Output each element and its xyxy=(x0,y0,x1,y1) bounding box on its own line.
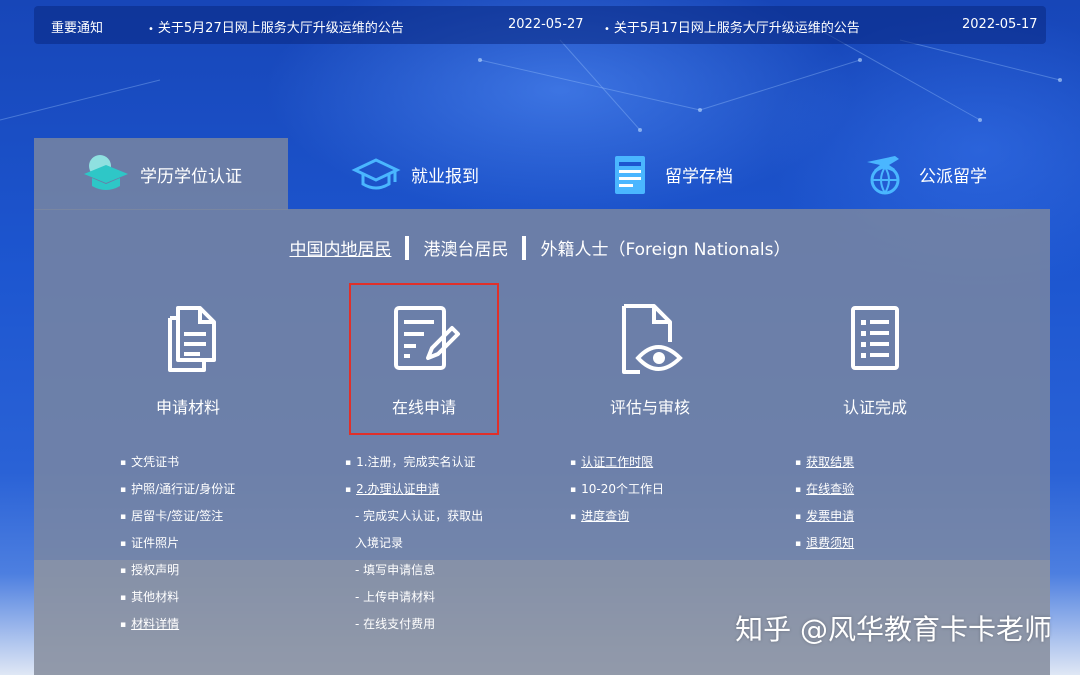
tab-label: 留学存档 xyxy=(665,166,733,187)
list-item: 10-20个工作日 xyxy=(570,479,664,506)
apply-steps-list: 1.注册，完成实名认证 2.办理认证申请 - 完成实人认证，获取出 入境记录 -… xyxy=(345,452,483,641)
step-verification-complete[interactable]: 认证完成 xyxy=(800,300,950,418)
work-time-limit-link[interactable]: 认证工作时限 xyxy=(570,452,664,479)
materials-list: 文凭证书 护照/通行证/身份证 居留卡/签证/签注 证件照片 授权声明 其他材料… xyxy=(120,452,235,641)
list-item: 居留卡/签证/签注 xyxy=(120,506,235,533)
notice-bar: 重要通知 关于5月27日网上服务大厅升级运维的公告 2022-05-27 关于5… xyxy=(34,6,1046,44)
notice-date-1: 2022-05-27 xyxy=(508,17,584,32)
list-item: 入境记录 xyxy=(355,536,404,550)
list-item: 证件照片 xyxy=(120,533,235,560)
list-item: 护照/通行证/身份证 xyxy=(120,479,235,506)
graduation-cap-icon xyxy=(84,155,128,190)
list-item: 其他材料 xyxy=(120,587,235,614)
step-evaluation-review[interactable]: 评估与审核 xyxy=(575,300,725,418)
apply-verification-link[interactable]: 2.办理认证申请 xyxy=(345,479,483,506)
graduation-cap-outline-icon xyxy=(351,158,401,190)
resident-foreign-link[interactable]: 外籍人士（Foreign Nationals） xyxy=(526,235,804,260)
form-edit-icon xyxy=(394,306,460,370)
refund-notice-link[interactable]: 退费须知 xyxy=(795,533,854,560)
tab-study-abroad-archive[interactable]: 留学存档 xyxy=(542,138,796,210)
tab-label: 学历学位认证 xyxy=(140,166,242,187)
completion-list: 获取结果 在线查验 发票申请 退费须知 xyxy=(795,452,854,560)
list-item: 1.注册，完成实名认证 xyxy=(345,452,483,479)
review-list: 认证工作时限 10-20个工作日 进度查询 xyxy=(570,452,664,533)
list-item: - 完成实人认证，获取出 xyxy=(355,509,484,523)
tab-degree-verification[interactable]: 学历学位认证 xyxy=(34,138,288,210)
tab-label: 就业报到 xyxy=(411,166,479,187)
document-eye-icon xyxy=(622,304,683,374)
step-label: 申请材料 xyxy=(155,398,220,417)
notice-date-2: 2022-05-17 xyxy=(962,17,1038,32)
online-check-link[interactable]: 在线查验 xyxy=(795,479,854,506)
documents-icon xyxy=(168,306,216,372)
list-item: - 填写申请信息 xyxy=(355,563,436,577)
list-item: - 上传申请材料 xyxy=(355,590,436,604)
step-label: 认证完成 xyxy=(842,398,907,417)
progress-query-link[interactable]: 进度查询 xyxy=(570,506,664,533)
notice-item-1[interactable]: 关于5月27日网上服务大厅升级运维的公告 xyxy=(148,17,404,36)
service-tabs: 学历学位认证 就业报到 留学存档 公派留学 xyxy=(34,138,1050,210)
resident-hk-macao-taiwan-link[interactable]: 港澳台居民 xyxy=(409,235,522,260)
list-item: - 在线支付费用 xyxy=(355,617,436,631)
notice-label: 重要通知 xyxy=(51,21,104,36)
list-item: 授权声明 xyxy=(120,560,235,587)
step-label: 在线申请 xyxy=(391,398,456,417)
tab-government-sponsored-study[interactable]: 公派留学 xyxy=(796,138,1050,210)
resident-type-selector: 中国内地居民 港澳台居民 外籍人士（Foreign Nationals） xyxy=(0,235,1080,260)
tab-employment-registration[interactable]: 就业报到 xyxy=(288,138,542,210)
list-item: 文凭证书 xyxy=(120,452,235,479)
step-application-materials[interactable]: 申请材料 xyxy=(113,300,263,418)
step-label: 评估与审核 xyxy=(609,398,690,417)
resident-mainland-link[interactable]: 中国内地居民 xyxy=(275,235,405,260)
materials-details-link[interactable]: 材料详情 xyxy=(120,614,235,641)
invoice-request-link[interactable]: 发票申请 xyxy=(795,506,854,533)
watermark: 知乎 @风华教育卡卡老师 xyxy=(735,613,1052,646)
get-result-link[interactable]: 获取结果 xyxy=(795,452,854,479)
tab-label: 公派留学 xyxy=(919,166,987,187)
notice-item-2[interactable]: 关于5月17日网上服务大厅升级运维的公告 xyxy=(604,17,860,36)
checklist-icon xyxy=(851,306,899,370)
airplane-globe-icon xyxy=(867,156,900,195)
archive-document-icon xyxy=(615,156,645,194)
step-online-application[interactable]: 在线申请 xyxy=(349,283,499,435)
